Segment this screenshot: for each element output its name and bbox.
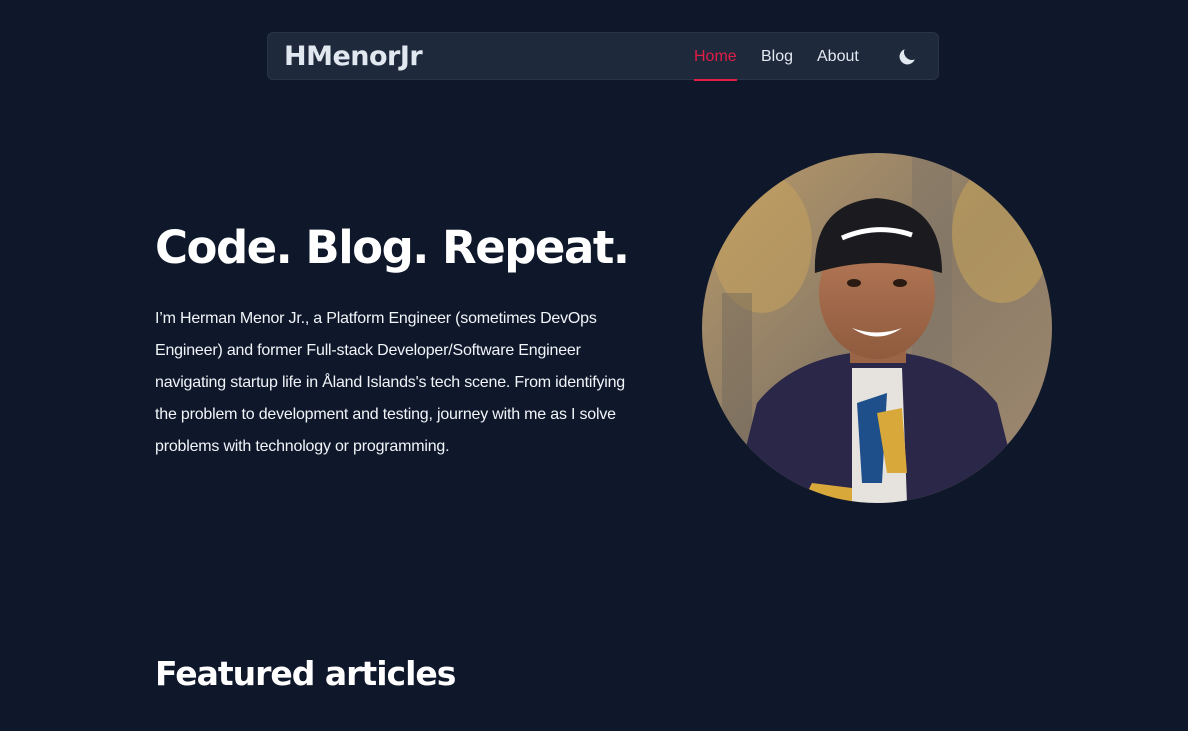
profile-photo [702, 153, 1052, 503]
hero-title: Code. Blog. Repeat. [155, 221, 630, 274]
nav-link-blog[interactable]: Blog [761, 47, 793, 67]
hero-intro: I’m Herman Menor Jr., a Platform Enginee… [155, 310, 626, 455]
moon-icon [899, 49, 915, 65]
theme-toggle-button[interactable] [896, 46, 918, 68]
featured-articles-heading: Featured articles [155, 654, 456, 693]
page: HMenorJr Home Blog About Code. Blog. Rep… [0, 0, 1188, 731]
navbar: HMenorJr Home Blog About [267, 32, 939, 81]
brand-logo[interactable]: HMenorJr [284, 40, 423, 74]
profile-avatar [702, 153, 1052, 503]
nav-link-home[interactable]: Home [694, 47, 737, 81]
nav-link-about[interactable]: About [817, 47, 859, 67]
